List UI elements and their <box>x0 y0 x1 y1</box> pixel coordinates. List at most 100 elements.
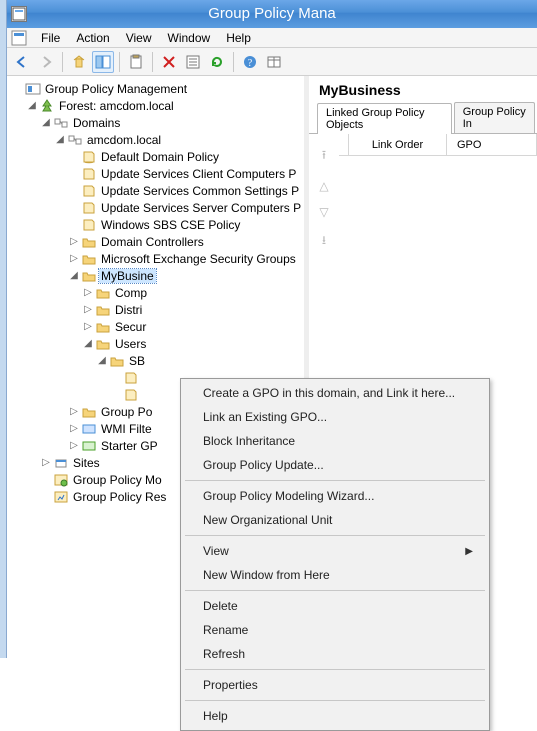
move-up-icon[interactable]: △ <box>319 179 328 193</box>
toolbar: ? <box>7 48 537 76</box>
forward-button[interactable] <box>35 51 57 73</box>
window-titlebar[interactable]: Group Policy Mana <box>7 0 537 28</box>
ctx-help[interactable]: Help <box>183 704 487 728</box>
twisty-closed-icon[interactable]: ▷ <box>67 423 81 434</box>
help-button[interactable]: ? <box>239 51 261 73</box>
ou-folder-icon <box>81 251 97 267</box>
system-menu-icon[interactable] <box>11 30 27 46</box>
separator <box>185 669 485 670</box>
separator <box>185 700 485 701</box>
menubar: File Action View Window Help <box>7 28 537 48</box>
context-menu: Create a GPO in this domain, and Link it… <box>180 378 490 731</box>
tabs: Linked Group Policy Objects Group Policy… <box>309 102 537 134</box>
twisty-open-icon[interactable]: ◢ <box>53 134 67 145</box>
app-icon <box>11 6 27 22</box>
tree-gpo[interactable]: Update Services Common Settings P <box>11 182 304 199</box>
tree-forest[interactable]: ◢ Forest: amcdom.local <box>11 97 304 114</box>
ou-folder-icon <box>95 302 111 318</box>
ctx-new-window[interactable]: New Window from Here <box>183 563 487 587</box>
domain-icon <box>67 132 83 148</box>
menu-view[interactable]: View <box>118 29 160 47</box>
tree-ou[interactable]: ▷ Comp <box>11 284 304 301</box>
ctx-create-gpo[interactable]: Create a GPO in this domain, and Link it… <box>183 381 487 405</box>
ctx-gp-update[interactable]: Group Policy Update... <box>183 453 487 477</box>
ou-folder-icon <box>95 285 111 301</box>
menu-window[interactable]: Window <box>160 29 219 47</box>
twisty-open-icon[interactable]: ◢ <box>39 117 53 128</box>
gpo-link-icon <box>81 183 97 199</box>
tab-gp-inheritance[interactable]: Group Policy In <box>454 102 535 133</box>
twisty-closed-icon[interactable]: ▷ <box>81 321 95 332</box>
tree-ou-users[interactable]: ◢ Users <box>11 335 304 352</box>
tree-gpo[interactable]: Update Services Client Computers P <box>11 165 304 182</box>
ou-folder-icon <box>81 234 97 250</box>
columns-button[interactable] <box>263 51 285 73</box>
show-hide-tree-button[interactable] <box>92 51 114 73</box>
menu-action[interactable]: Action <box>68 29 117 47</box>
ctx-properties[interactable]: Properties <box>183 673 487 697</box>
ctx-rename[interactable]: Rename <box>183 618 487 642</box>
tree-ou[interactable]: ▷ Distri <box>11 301 304 318</box>
refresh-button[interactable] <box>206 51 228 73</box>
twisty-closed-icon[interactable]: ▷ <box>67 236 81 247</box>
ou-folder-icon <box>81 268 97 284</box>
tree-gpo[interactable]: Default Domain Policy <box>11 148 304 165</box>
properties-button[interactable] <box>182 51 204 73</box>
forest-icon <box>39 98 55 114</box>
tab-linked-gpos[interactable]: Linked Group Policy Objects <box>317 103 452 134</box>
ctx-new-ou[interactable]: New Organizational Unit <box>183 508 487 532</box>
twisty-open-icon[interactable]: ◢ <box>81 338 95 349</box>
tree-ou[interactable]: ▷ Microsoft Exchange Security Groups <box>11 250 304 267</box>
delete-button[interactable] <box>158 51 180 73</box>
tree-ou-mybusiness-label: MyBusine <box>99 269 156 283</box>
ctx-block-inheritance[interactable]: Block Inheritance <box>183 429 487 453</box>
detail-title: MyBusiness <box>309 76 537 102</box>
twisty-open-icon[interactable]: ◢ <box>67 270 81 281</box>
twisty-open-icon[interactable]: ◢ <box>25 100 39 111</box>
twisty-closed-icon[interactable]: ▷ <box>81 304 95 315</box>
tree-ou[interactable]: ◢ SB <box>11 352 304 369</box>
svg-text:?: ? <box>248 58 253 69</box>
menu-file[interactable]: File <box>33 29 68 47</box>
up-button[interactable] <box>68 51 90 73</box>
twisty-open-icon[interactable]: ◢ <box>95 355 109 366</box>
menu-help[interactable]: Help <box>218 29 259 47</box>
domains-icon <box>53 115 69 131</box>
clipboard-button[interactable] <box>125 51 147 73</box>
ou-folder-icon <box>109 353 125 369</box>
ctx-refresh[interactable]: Refresh <box>183 642 487 666</box>
tree-root[interactable]: ▶ Group Policy Management <box>11 80 304 97</box>
tree-domain[interactable]: ◢ amcdom.local <box>11 131 304 148</box>
ctx-delete[interactable]: Delete <box>183 594 487 618</box>
gpm-icon <box>25 81 41 97</box>
ctx-view-submenu[interactable]: View▶ <box>183 539 487 563</box>
back-button[interactable] <box>11 51 33 73</box>
tree-domains[interactable]: ◢ Domains <box>11 114 304 131</box>
twisty-closed-icon[interactable]: ▷ <box>67 440 81 451</box>
tree-ou[interactable]: ▷ Domain Controllers <box>11 233 304 250</box>
gpo-link-icon <box>81 149 97 165</box>
twisty-closed-icon[interactable]: ▷ <box>81 287 95 298</box>
tree-root-label: Group Policy Management <box>43 82 189 96</box>
gpo-link-icon <box>123 370 139 386</box>
tree-gpo[interactable]: Windows SBS CSE Policy <box>11 216 304 233</box>
tree-ou-mybusiness[interactable]: ◢ MyBusine <box>11 267 304 284</box>
gpo-link-icon <box>81 200 97 216</box>
col-link-order[interactable]: Link Order <box>349 134 447 155</box>
list-header: Link Order GPO <box>339 134 537 156</box>
tree-ou[interactable]: ▷ Secur <box>11 318 304 335</box>
submenu-arrow-icon: ▶ <box>465 546 473 557</box>
tree-gpo[interactable]: Update Services Server Computers P <box>11 199 304 216</box>
move-top-icon[interactable]: ⭱ <box>322 146 326 167</box>
move-down-icon[interactable]: ▽ <box>319 205 328 219</box>
wmi-icon <box>81 421 97 437</box>
separator <box>185 590 485 591</box>
col-gpo[interactable]: GPO <box>447 134 537 155</box>
twisty-closed-icon[interactable]: ▷ <box>67 406 81 417</box>
twisty-closed-icon[interactable]: ▷ <box>67 253 81 264</box>
window-title: Group Policy Mana <box>208 5 336 22</box>
twisty-closed-icon[interactable]: ▷ <box>39 457 53 468</box>
move-bottom-icon[interactable]: ⭳ <box>322 231 326 252</box>
ctx-modeling-wizard[interactable]: Group Policy Modeling Wizard... <box>183 484 487 508</box>
ctx-link-gpo[interactable]: Link an Existing GPO... <box>183 405 487 429</box>
